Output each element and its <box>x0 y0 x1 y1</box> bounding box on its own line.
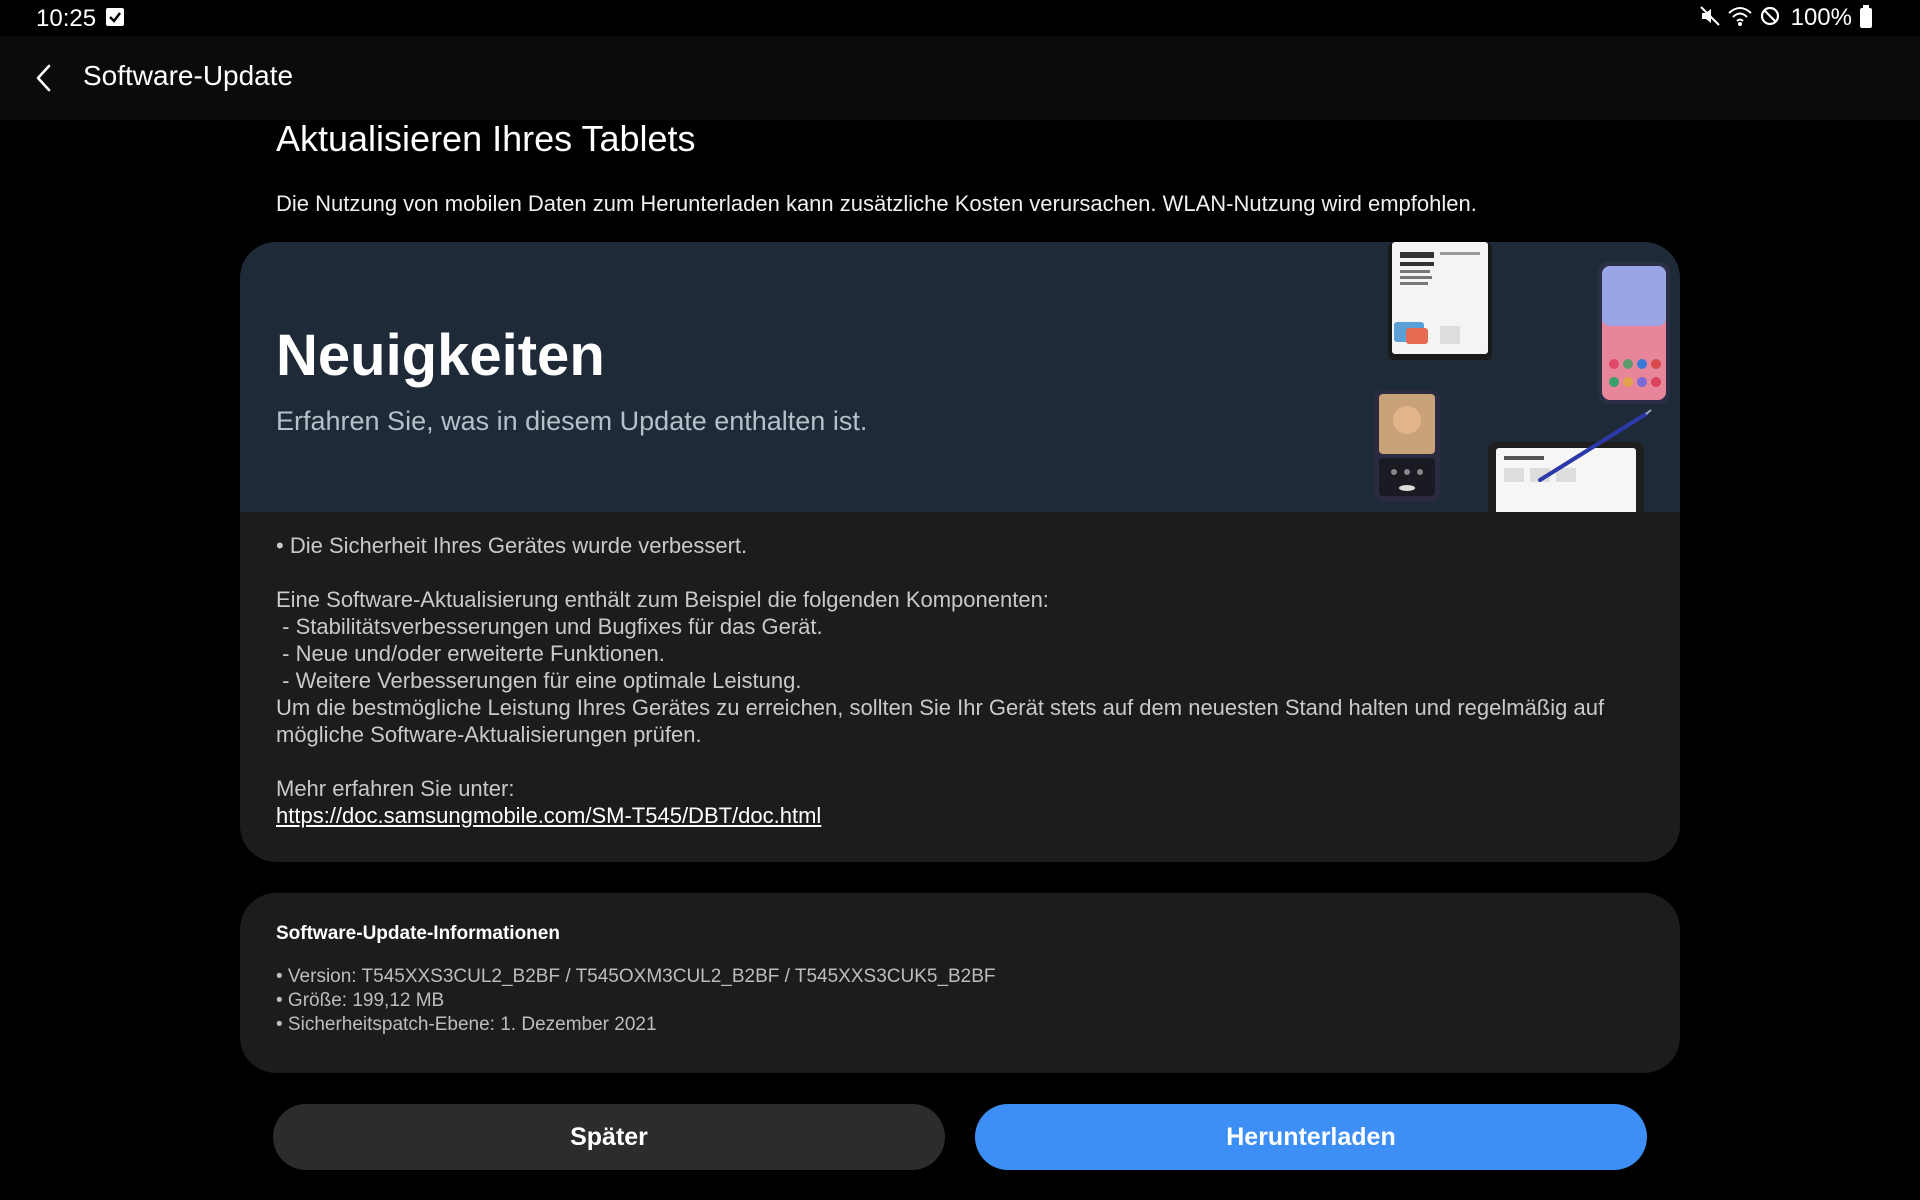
note-recommendation: Um die bestmögliche Leistung Ihres Gerät… <box>276 695 1611 747</box>
more-info-label: Mehr erfahren Sie unter: <box>276 776 515 801</box>
page-title: Aktualisieren Ihres Tablets <box>276 118 696 159</box>
update-info-card: Software-Update-Informationen • Version:… <box>240 893 1680 1073</box>
more-info-link[interactable]: https://doc.samsungmobile.com/SM-T545/DB… <box>276 803 821 828</box>
status-time: 10:25 <box>36 5 97 32</box>
note-intro: Eine Software-Aktualisierung enthält zum… <box>276 587 1049 612</box>
chevron-left-icon <box>36 64 51 92</box>
wifi-icon <box>1727 5 1753 32</box>
do-not-disturb-icon <box>1759 5 1781 32</box>
checkbox-notification-icon <box>106 8 124 26</box>
release-notes: • Die Sicherheit Ihres Gerätes wurde ver… <box>276 532 1656 829</box>
whats-new-title: Neuigkeiten <box>276 323 605 388</box>
whats-new-card: Neuigkeiten Erfahren Sie, was in diesem … <box>240 242 1680 862</box>
status-icons: 100% <box>1699 4 1872 32</box>
mute-icon <box>1699 5 1721 32</box>
whats-new-banner: Neuigkeiten Erfahren Sie, was in diesem … <box>240 242 1680 512</box>
status-bar: 10:25 100% <box>0 0 1920 36</box>
note-item: - Stabilitätsverbesserungen und Bugfixes… <box>276 614 823 639</box>
battery-icon <box>1860 5 1872 28</box>
app-bar: Software-Update <box>0 36 1920 120</box>
back-button[interactable] <box>22 56 66 100</box>
note-item: - Weitere Verbesserungen für eine optima… <box>276 668 802 693</box>
later-button[interactable]: Später <box>273 1104 945 1170</box>
update-info-list: • Version: T545XXS3CUL2_B2BF / T545OXM3C… <box>276 965 996 1037</box>
update-version: • Version: T545XXS3CUL2_B2BF / T545OXM3C… <box>276 966 996 987</box>
app-bar-title: Software-Update <box>83 60 294 91</box>
note-item: - Neue und/oder erweiterte Funktionen. <box>276 641 665 666</box>
devices-illustration <box>1374 242 1670 512</box>
download-button[interactable]: Herunterladen <box>975 1104 1647 1170</box>
whats-new-subtitle: Erfahren Sie, was in diesem Update entha… <box>276 406 868 436</box>
battery-percent: 100% <box>1790 4 1852 31</box>
note-security: • Die Sicherheit Ihres Gerätes wurde ver… <box>276 533 748 558</box>
update-info-title: Software-Update-Informationen <box>276 923 560 944</box>
update-security-patch: • Sicherheitspatch-Ebene: 1. Dezember 20… <box>276 1014 657 1035</box>
mobile-data-notice: Die Nutzung von mobilen Daten zum Herunt… <box>276 191 1477 216</box>
update-size: • Größe: 199,12 MB <box>276 990 445 1011</box>
